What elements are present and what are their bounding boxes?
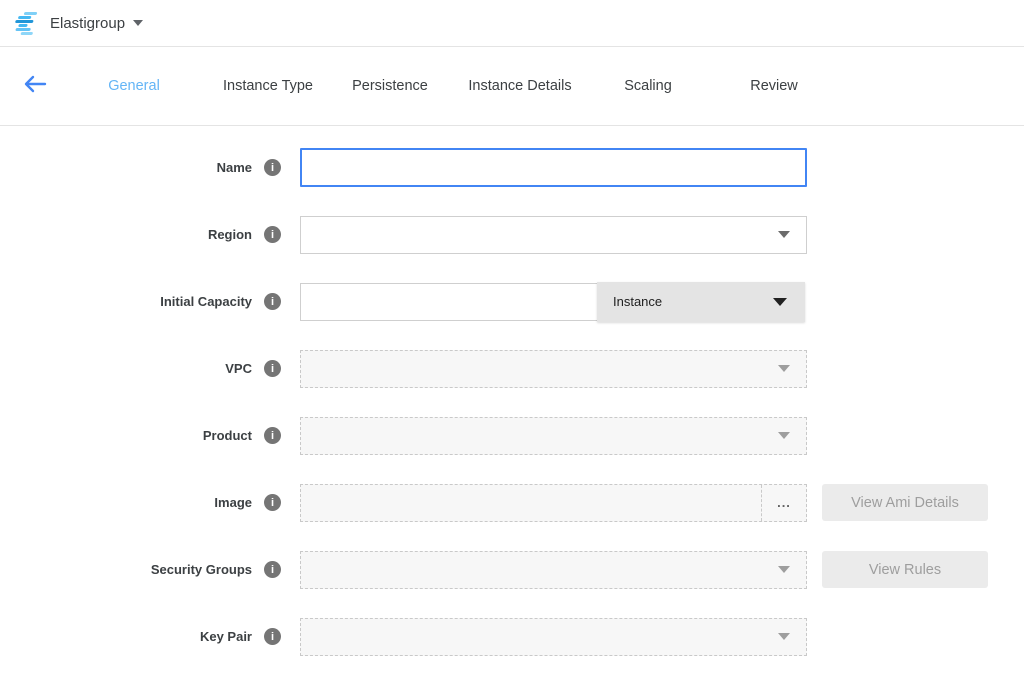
info-icon[interactable]: i	[264, 293, 281, 310]
initial-capacity-label: Initial Capacity	[160, 294, 252, 309]
tab-scaling[interactable]: Scaling	[608, 70, 688, 102]
capacity-unit-dropdown[interactable]: Instance	[597, 282, 805, 322]
form-row-security-groups: Security Groups i View Rules	[0, 550, 1024, 589]
vpc-dropdown	[300, 350, 807, 388]
form-row-product: Product i	[0, 416, 1024, 455]
form-row-region: Region i	[0, 215, 1024, 254]
security-groups-label: Security Groups	[151, 562, 252, 577]
vpc-label: VPC	[225, 361, 252, 376]
tab-instance-details[interactable]: Instance Details	[454, 70, 586, 102]
info-icon[interactable]: i	[264, 226, 281, 243]
chevron-down-icon	[778, 432, 790, 439]
app-header: Elastigroup	[0, 0, 1024, 47]
form-row-vpc: VPC i	[0, 349, 1024, 388]
key-pair-label: Key Pair	[200, 629, 252, 644]
wizard-tab-bar: General Instance Type Persistence Instan…	[0, 47, 1024, 126]
initial-capacity-input[interactable]	[300, 283, 597, 321]
form-row-initial-capacity: Initial Capacity i Instance	[0, 282, 1024, 321]
name-label: Name	[217, 160, 252, 175]
chevron-down-icon	[773, 298, 787, 306]
form-row-image: Image i ... View Ami Details	[0, 483, 1024, 522]
view-ami-details-button[interactable]: View Ami Details	[822, 484, 988, 521]
tab-instance-type[interactable]: Instance Type	[208, 70, 328, 102]
image-picker: ...	[300, 484, 807, 522]
info-icon[interactable]: i	[264, 159, 281, 176]
product-label: Product	[203, 428, 252, 443]
general-settings-form: Name i Region i Initial Capacity i Insta…	[0, 126, 1024, 656]
form-row-name: Name i	[0, 148, 1024, 187]
view-rules-button[interactable]: View Rules	[822, 551, 988, 588]
arrow-left-icon	[23, 74, 47, 99]
tab-persistence[interactable]: Persistence	[338, 70, 442, 102]
chevron-down-icon	[778, 365, 790, 372]
app-title[interactable]: Elastigroup	[50, 15, 125, 32]
region-label: Region	[208, 227, 252, 242]
chevron-down-icon[interactable]	[133, 20, 143, 26]
tab-general[interactable]: General	[88, 70, 180, 102]
info-icon[interactable]: i	[264, 628, 281, 645]
chevron-down-icon	[778, 566, 790, 573]
key-pair-dropdown	[300, 618, 807, 656]
image-value	[301, 485, 761, 521]
product-dropdown	[300, 417, 807, 455]
region-dropdown[interactable]	[300, 216, 807, 254]
capacity-unit-value: Instance	[613, 294, 662, 309]
tab-review[interactable]: Review	[734, 70, 814, 102]
elastigroup-logo-icon	[11, 11, 42, 35]
info-icon[interactable]: i	[264, 494, 281, 511]
info-icon[interactable]: i	[264, 360, 281, 377]
chevron-down-icon	[778, 231, 790, 238]
image-label: Image	[214, 495, 252, 510]
back-button[interactable]	[20, 71, 50, 101]
form-row-key-pair: Key Pair i	[0, 617, 1024, 656]
security-groups-dropdown	[300, 551, 807, 589]
image-browse-button[interactable]: ...	[761, 485, 806, 521]
name-input[interactable]	[300, 148, 807, 187]
info-icon[interactable]: i	[264, 561, 281, 578]
chevron-down-icon	[778, 633, 790, 640]
info-icon[interactable]: i	[264, 427, 281, 444]
